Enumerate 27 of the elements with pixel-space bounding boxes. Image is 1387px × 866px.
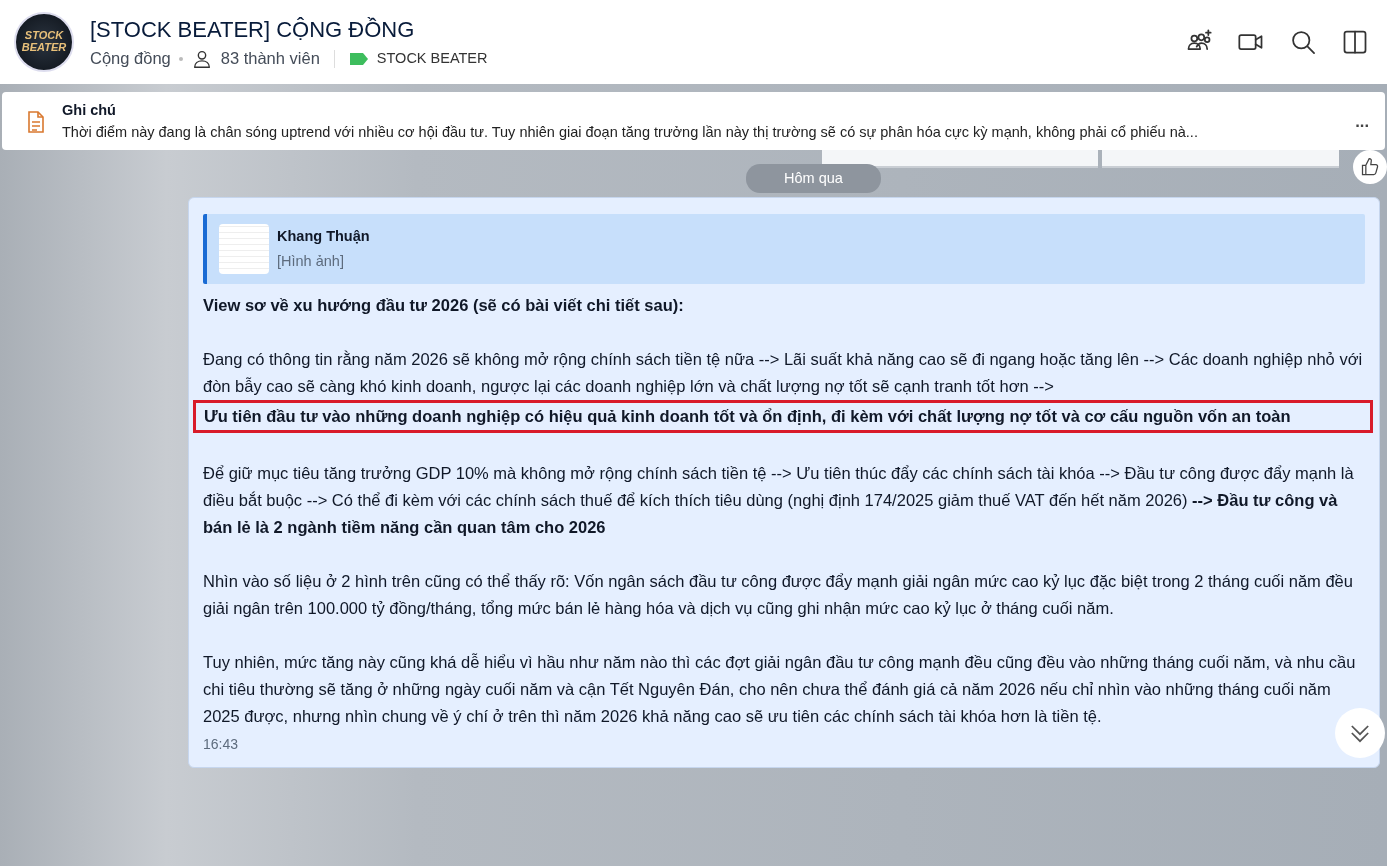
- photo-placeholder: [219, 224, 269, 275]
- note-text: Thời điểm này đang là chân sóng uptrend với nhiều cơ hội đầu tư. Tuy nhiên giai đoạn tăng trưởng lần này thị trường sẽ có sự phân hóa cực kỳ mạnh, không phải cổ phiếu nà...: [62, 122, 1199, 142]
- quote-content: [Hình ảnh]: [277, 252, 345, 272]
- sidebar-toggle-icon[interactable]: [1341, 28, 1369, 56]
- note-icon: [26, 109, 46, 134]
- message-text: View sơ về xu hướng đầu tư 2026 (sẽ có bài viết chi tiết sau):: [203, 295, 685, 317]
- tag-label[interactable]: STOCK BEATER: [376, 47, 488, 70]
- message-text: Nhìn vào số liệu ở 2 hình trên cũng có thể thấy rõ: Vốn ngân sách đầu tư công được đẩy mạnh giải ngân mức cao kỷ lục đặc biệt trong 2 tháng cuối năm đều giải ngân trên 100.000 tỷ đồng/tháng, tổng mức bán lẻ hàng hóa và dịch vụ cũng ghi nhận mức cao kỷ lục ở tháng cuối năm.: [203, 571, 1354, 620]
- member-count[interactable]: 83 thành viên: [220, 46, 320, 71]
- group-avatar: STOCK BEATER: [14, 12, 74, 72]
- message-text: Đang có thông tin rằng năm 2026 sẽ không mở rộng chính sách tiền tệ nữa --> Lãi suất khả năng cao sẽ đi ngang hoặc tăng lên --> Các doanh nghiệp nhỏ với đòn bẫy cao sẽ càng khó kinh doanh, ngược lại các doanh nghiệp lớn và chất lượng nợ tốt sẽ cạnh tranh tốt hơn -->: [203, 349, 1364, 398]
- note-title: Ghi chú: [62, 101, 117, 120]
- note-banner[interactable]: Ghi chú Thời điểm này đang là chân sóng uptrend với nhiều cơ hội đầu tư. Tuy nhiên giai đoạn tăng trưởng lần này thị trường sẽ có sự phân hóa cực kỳ mạnh, không phải cổ phiếu nà... ...: [2, 92, 1385, 150]
- group-type: Cộng đồng: [90, 48, 171, 70]
- message-time: 16:43: [203, 735, 240, 755]
- more-options-button[interactable]: ...: [1355, 109, 1369, 135]
- message-text: Để giữ mục tiêu tăng trưởng GDP 10% mà không mở rộng chính sách tiền tệ --> Ưu tiên thúc đẩy các chính sách tài khóa --> Đầu tư công được đẩy mạnh là điều bắt buộc --> Có thể đi kèm với các chính sách thuế để kích thích tiêu dùng (nghị định 174/2025 giảm thuế VAT đến hết năm 2026) --> Đầu tư công và bán lẻ là 2 ngành tiềm năng cần quan tâm cho 2026: [203, 463, 1355, 539]
- message-text: Tuy nhiên, mức tăng này cũng khá dễ hiểu vì hầu như năm nào thì các đợt giải ngân đầu tư công mạnh đều cũng đều vào những tháng cuối năm, và nhu cầu chi tiêu thường sẽ tăng ở những ngày cuối năm và cận Tết Nguyên Đán, cho nên chưa thể đánh giá cả năm 2026 nếu chỉ nhìn vào những tháng cuối năm 2025 được, nhưng nhìn chung về ý chí ở trên thì năm 2026 khả năng cao sẽ ưu tiên các chính sách tài khóa hơn là tiền tệ.: [203, 652, 1357, 728]
- search-icon[interactable]: [1289, 28, 1317, 56]
- date-divider: Hôm qua: [746, 163, 881, 194]
- quote-author: Khang Thuận: [277, 226, 370, 246]
- separator-dot: [178, 56, 183, 61]
- group-title: [STOCK BEATER] CỘNG ĐỒNG: [90, 16, 416, 45]
- quoted-message[interactable]: Khang Thuận [Hình ảnh]: [203, 214, 1365, 285]
- like-button[interactable]: [1353, 149, 1387, 184]
- highlighted-text: Ưu tiên đầu tư vào những doanh nghiệp có hiệu quả kinh doanh tốt và ổn định, đi kèm với chất lượng nợ tốt và cơ cấu nguồn vốn an toàn: [193, 400, 1373, 434]
- thumbs-up-icon: [1360, 156, 1381, 177]
